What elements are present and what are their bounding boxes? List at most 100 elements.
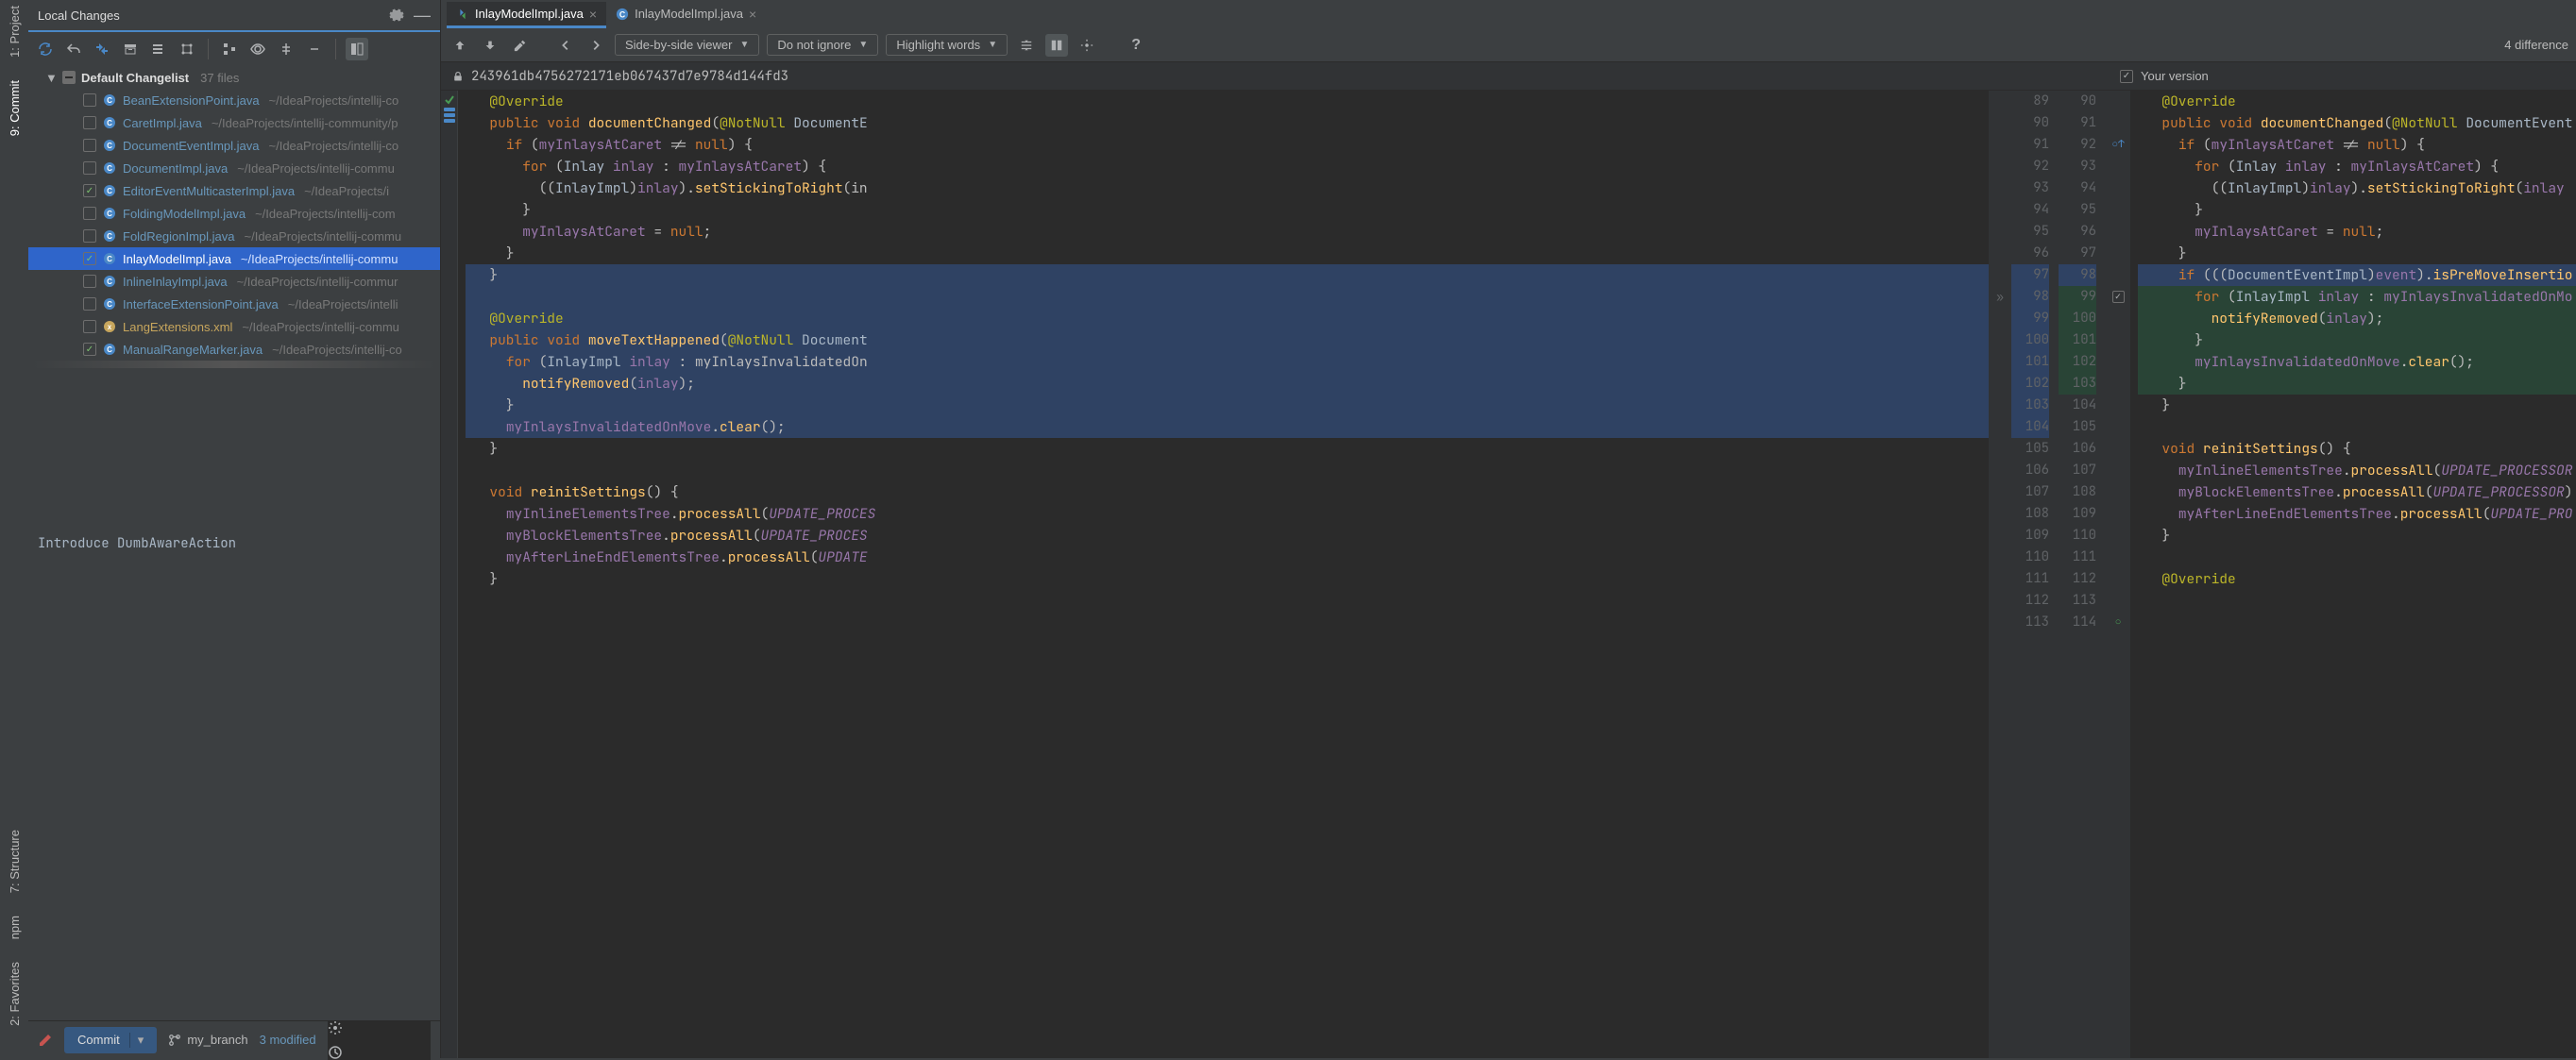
change-marker[interactable] (444, 113, 455, 117)
commit-message-input[interactable]: Introduce DumbAwareAction (28, 530, 440, 558)
java-file-icon: C (102, 296, 117, 311)
svg-text:C: C (107, 187, 112, 195)
file-row[interactable]: CInterfaceExtensionPoint.java~/IdeaProje… (28, 293, 440, 315)
highlight-combo[interactable]: Highlight words ▼ (886, 34, 1008, 56)
file-checkbox[interactable] (83, 297, 96, 311)
edit-icon[interactable] (509, 34, 532, 57)
strip-npm[interactable]: npm (8, 916, 22, 939)
chevron-down-icon: ▼ (45, 71, 57, 85)
svg-text:C: C (107, 119, 112, 127)
file-checkbox[interactable] (83, 116, 96, 129)
sync-scroll-icon[interactable] (1045, 34, 1068, 57)
gear-icon[interactable] (389, 8, 404, 23)
gear-icon[interactable] (1076, 34, 1098, 57)
file-row[interactable]: CBeanExtensionPoint.java~/IdeaProjects/i… (28, 89, 440, 111)
change-tree: ▼ Default Changelist 37 files CBeanExten… (28, 66, 440, 530)
java-file-icon: C (102, 206, 117, 221)
file-checkbox[interactable] (83, 229, 96, 243)
java-file-icon: x (102, 319, 117, 334)
file-row[interactable]: xLangExtensions.xml~/IdeaProjects/intell… (28, 315, 440, 338)
file-checkbox[interactable] (83, 161, 96, 175)
shelve-icon[interactable] (119, 38, 142, 60)
file-row[interactable]: CFoldRegionImpl.java~/IdeaProjects/intel… (28, 225, 440, 247)
svg-text:C: C (107, 278, 112, 286)
changelist-checkbox[interactable] (62, 71, 76, 84)
gear-icon[interactable] (328, 1020, 431, 1035)
apply-arrow-icon[interactable]: » (1996, 289, 2004, 305)
minimize-icon[interactable]: — (414, 6, 431, 25)
back-icon[interactable] (554, 34, 577, 57)
file-checkbox[interactable] (83, 275, 96, 288)
collapse-unchanged-icon[interactable] (1015, 34, 1038, 57)
diff-icon[interactable] (91, 38, 113, 60)
class-icon: C (616, 8, 629, 21)
file-checkbox[interactable] (83, 252, 96, 265)
file-name: FoldingModelImpl.java (123, 207, 246, 221)
help-icon[interactable]: ? (1125, 34, 1147, 57)
revision-checkbox[interactable] (2120, 70, 2133, 83)
strip-structure[interactable]: 7: Structure (8, 830, 22, 893)
chevron-down-icon[interactable]: ▾ (129, 1033, 144, 1048)
file-name: InlayModelImpl.java (123, 252, 231, 266)
file-checkbox[interactable] (83, 207, 96, 220)
strip-favorites[interactable]: 2: Favorites (8, 962, 22, 1026)
file-row[interactable]: CFoldingModelImpl.java~/IdeaProjects/int… (28, 202, 440, 225)
amend-icon[interactable] (38, 1033, 53, 1048)
tab-inlaymodel-diff[interactable]: InlayModelImpl.java × (447, 2, 606, 28)
file-checkbox[interactable] (83, 139, 96, 152)
file-row[interactable]: CCaretImpl.java~/IdeaProjects/intellij-c… (28, 111, 440, 134)
file-checkbox[interactable] (83, 343, 96, 356)
group-icon[interactable] (176, 38, 198, 60)
file-row[interactable]: CEditorEventMulticasterImpl.java~/IdeaPr… (28, 179, 440, 202)
file-path: ~/IdeaProjects/intellij-commur (237, 275, 398, 289)
file-checkbox[interactable] (83, 93, 96, 107)
file-checkbox[interactable] (83, 184, 96, 197)
scrollbar-horizontal[interactable] (32, 361, 436, 368)
branch-indicator[interactable]: my_branch (168, 1033, 247, 1047)
changelist-icon[interactable] (147, 38, 170, 60)
file-row[interactable]: CInlineInlayImpl.java~/IdeaProjects/inte… (28, 270, 440, 293)
left-marker-gutter (441, 91, 458, 1058)
tree-view-icon[interactable] (218, 38, 241, 60)
file-row[interactable]: CManualRangeMarker.java~/IdeaProjects/in… (28, 338, 440, 361)
accept-checkbox[interactable] (2112, 291, 2125, 303)
file-path: ~/IdeaProjects/intellij-co (269, 139, 399, 153)
combo-label: Side-by-side viewer (625, 38, 732, 52)
strip-commit[interactable]: 9: Commit (8, 80, 22, 136)
rollback-icon[interactable] (62, 38, 85, 60)
modified-link[interactable]: 3 modified (260, 1033, 316, 1047)
file-name: DocumentEventImpl.java (123, 139, 260, 153)
ignore-combo[interactable]: Do not ignore ▼ (767, 34, 878, 56)
tab-inlaymodel-file[interactable]: C InlayModelImpl.java × (606, 2, 766, 28)
refresh-icon[interactable] (34, 38, 57, 60)
changelist-header[interactable]: ▼ Default Changelist 37 files (28, 66, 440, 89)
next-diff-icon[interactable] (479, 34, 501, 57)
file-checkbox[interactable] (83, 320, 96, 333)
layout-icon[interactable] (346, 38, 368, 60)
change-marker[interactable] (444, 119, 455, 123)
forward-icon[interactable] (585, 34, 607, 57)
viewer-mode-combo[interactable]: Side-by-side viewer ▼ (615, 34, 759, 56)
change-marker[interactable] (444, 108, 455, 111)
java-file-icon: C (102, 228, 117, 244)
center-gutter: » 89909192939495969798991001011021031041… (1989, 91, 2130, 1058)
close-icon[interactable]: × (749, 7, 756, 22)
file-row[interactable]: CDocumentEventImpl.java~/IdeaProjects/in… (28, 134, 440, 157)
commit-button[interactable]: Commit ▾ (64, 1027, 157, 1053)
file-path: ~/IdeaProjects/intellij-community/p (212, 116, 398, 130)
checkmark-icon (444, 94, 455, 106)
close-icon[interactable]: × (589, 7, 597, 22)
left-code[interactable]: @Override public void documentChanged(@N… (458, 91, 1989, 1058)
chevron-down-icon: ▼ (858, 40, 868, 50)
prev-diff-icon[interactable] (449, 34, 471, 57)
file-row[interactable]: CDocumentImpl.java~/IdeaProjects/intelli… (28, 157, 440, 179)
strip-project[interactable]: 1: Project (8, 6, 22, 58)
file-name: ManualRangeMarker.java (123, 343, 263, 357)
right-code[interactable]: @Override public void documentChanged(@N… (2130, 91, 2576, 1058)
expand-icon[interactable] (275, 38, 297, 60)
file-row[interactable]: CInlayModelImpl.java~/IdeaProjects/intel… (28, 247, 440, 270)
history-icon[interactable] (328, 1045, 431, 1060)
branch-name: my_branch (187, 1033, 247, 1047)
preview-icon[interactable] (246, 38, 269, 60)
collapse-icon[interactable] (303, 38, 326, 60)
